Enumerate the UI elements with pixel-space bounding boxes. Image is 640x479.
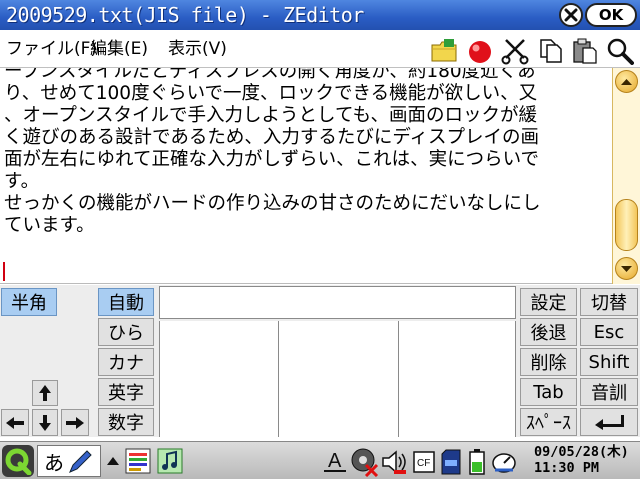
arrow-up-button[interactable] [32, 380, 58, 406]
music-app-icon[interactable] [156, 447, 184, 475]
mode-katakana-button[interactable]: カナ [98, 348, 154, 376]
chevron-down-icon [621, 266, 632, 272]
mode-numeric-button[interactable]: 数字 [98, 408, 154, 436]
editor-line: 面が左右にゆれて正確な入力がしずらい、これは、実につらいで [4, 149, 540, 170]
paste-icon[interactable] [571, 37, 599, 65]
scroll-up-button[interactable] [615, 70, 638, 93]
keyboard-font-icon[interactable]: A [322, 447, 348, 475]
launcher-up-icon[interactable] [106, 456, 120, 466]
q-logo-icon [5, 448, 32, 475]
clock-time: 11:30 PM [534, 460, 600, 476]
vertical-scrollbar[interactable] [612, 68, 640, 284]
text-caret [3, 262, 5, 281]
delete-key[interactable]: 削除 [520, 348, 577, 376]
arrow-left-button[interactable] [1, 409, 29, 436]
taskbar: あ A CF 09/05/28(木) 11:30 PM [0, 441, 640, 479]
arrow-down-button[interactable] [32, 409, 58, 436]
settings-key[interactable]: 設定 [520, 288, 577, 316]
editor-line: す。 [4, 171, 40, 192]
arrow-down-icon [39, 414, 51, 431]
close-icon [564, 8, 578, 22]
candidate-divider [278, 321, 279, 437]
tab-key[interactable]: Tab [520, 378, 577, 406]
start-button[interactable] [2, 445, 34, 477]
scroll-thumb[interactable] [615, 199, 638, 251]
reading-key[interactable]: 音訓 [580, 378, 638, 406]
editor-line: ています。 [4, 215, 95, 236]
composition-field[interactable] [159, 286, 516, 319]
window-title: 2009529.txt(JIS file) - ZEditor [6, 3, 364, 27]
editor-line: せっかくの機能がハードの作り込みの甘さのためにだいなしにし [4, 193, 541, 214]
switch-key[interactable]: 切替 [580, 288, 638, 316]
cf-card-icon[interactable]: CF [412, 450, 436, 474]
battery-icon[interactable] [468, 448, 486, 476]
input-mode-indicator[interactable]: あ [37, 445, 101, 477]
arrow-up-icon [39, 385, 51, 401]
arrow-right-icon [66, 416, 84, 429]
chevron-up-icon [621, 79, 632, 85]
editor-line: り、せめて100度ぐらいで一度、ロックできる機能が欲しい、又 [4, 83, 538, 104]
search-icon[interactable] [606, 37, 634, 65]
ok-button[interactable]: OK [585, 3, 637, 27]
enter-icon [595, 415, 624, 430]
clock-date: 09/05/28(木) [534, 444, 629, 460]
input-method-panel: 半角 自動 ひら カナ 英字 数字 設定 切替 後退 Esc 削除 Shift … [0, 285, 640, 437]
scissors-icon[interactable] [501, 37, 529, 65]
editor-text-area[interactable]: ープンスタイルだとディスプレスの開く角度が、約180度近くあ り、せめて100度… [0, 68, 612, 284]
escape-key[interactable]: Esc [580, 318, 638, 346]
folder-icon[interactable] [430, 37, 458, 65]
backspace-key[interactable]: 後退 [520, 318, 577, 346]
scroll-down-button[interactable] [615, 257, 638, 280]
space-key[interactable]: ｽﾍﾟｰｽ [520, 408, 577, 436]
editor-app-icon[interactable] [124, 447, 152, 475]
record-icon[interactable] [466, 37, 494, 65]
svg-text:CF: CF [417, 458, 430, 469]
mode-hiragana-button[interactable]: ひら [98, 318, 154, 346]
title-bar: 2009529.txt(JIS file) - ZEditor OK [0, 0, 640, 30]
close-button[interactable] [559, 3, 583, 27]
pen-icon [69, 450, 92, 473]
svg-text:A: A [328, 450, 342, 472]
editor-line: く遊びのある設計であるため、入力するたびにディスプレイの画 [4, 127, 540, 148]
candidate-grid[interactable] [159, 321, 516, 437]
menu-edit[interactable]: 編集(E) [90, 38, 148, 60]
enter-key[interactable] [580, 408, 638, 436]
shift-key[interactable]: Shift [580, 348, 638, 376]
menu-file[interactable]: ファイル(F) [6, 38, 97, 60]
editor-line: 、オープンスタイルで手入力しようとしても、画面のロックが緩 [4, 105, 537, 126]
arrow-right-button[interactable] [61, 409, 89, 436]
editor-line: ープンスタイルだとディスプレスの開く角度が、約180度近くあ [4, 68, 536, 82]
input-mode-label: あ [44, 450, 64, 475]
mode-alpha-button[interactable]: 英字 [98, 378, 154, 406]
cpu-clock-icon[interactable] [490, 448, 518, 476]
arrow-left-icon [6, 416, 24, 429]
menu-view[interactable]: 表示(V) [168, 38, 227, 60]
network-disconnected-icon[interactable] [350, 447, 380, 477]
mode-auto-button[interactable]: 自動 [98, 288, 154, 316]
volume-icon[interactable] [380, 448, 408, 476]
sd-card-icon[interactable] [440, 448, 462, 476]
width-toggle-button[interactable]: 半角 [1, 288, 57, 316]
copy-icon[interactable] [537, 37, 565, 65]
candidate-divider [398, 321, 399, 437]
